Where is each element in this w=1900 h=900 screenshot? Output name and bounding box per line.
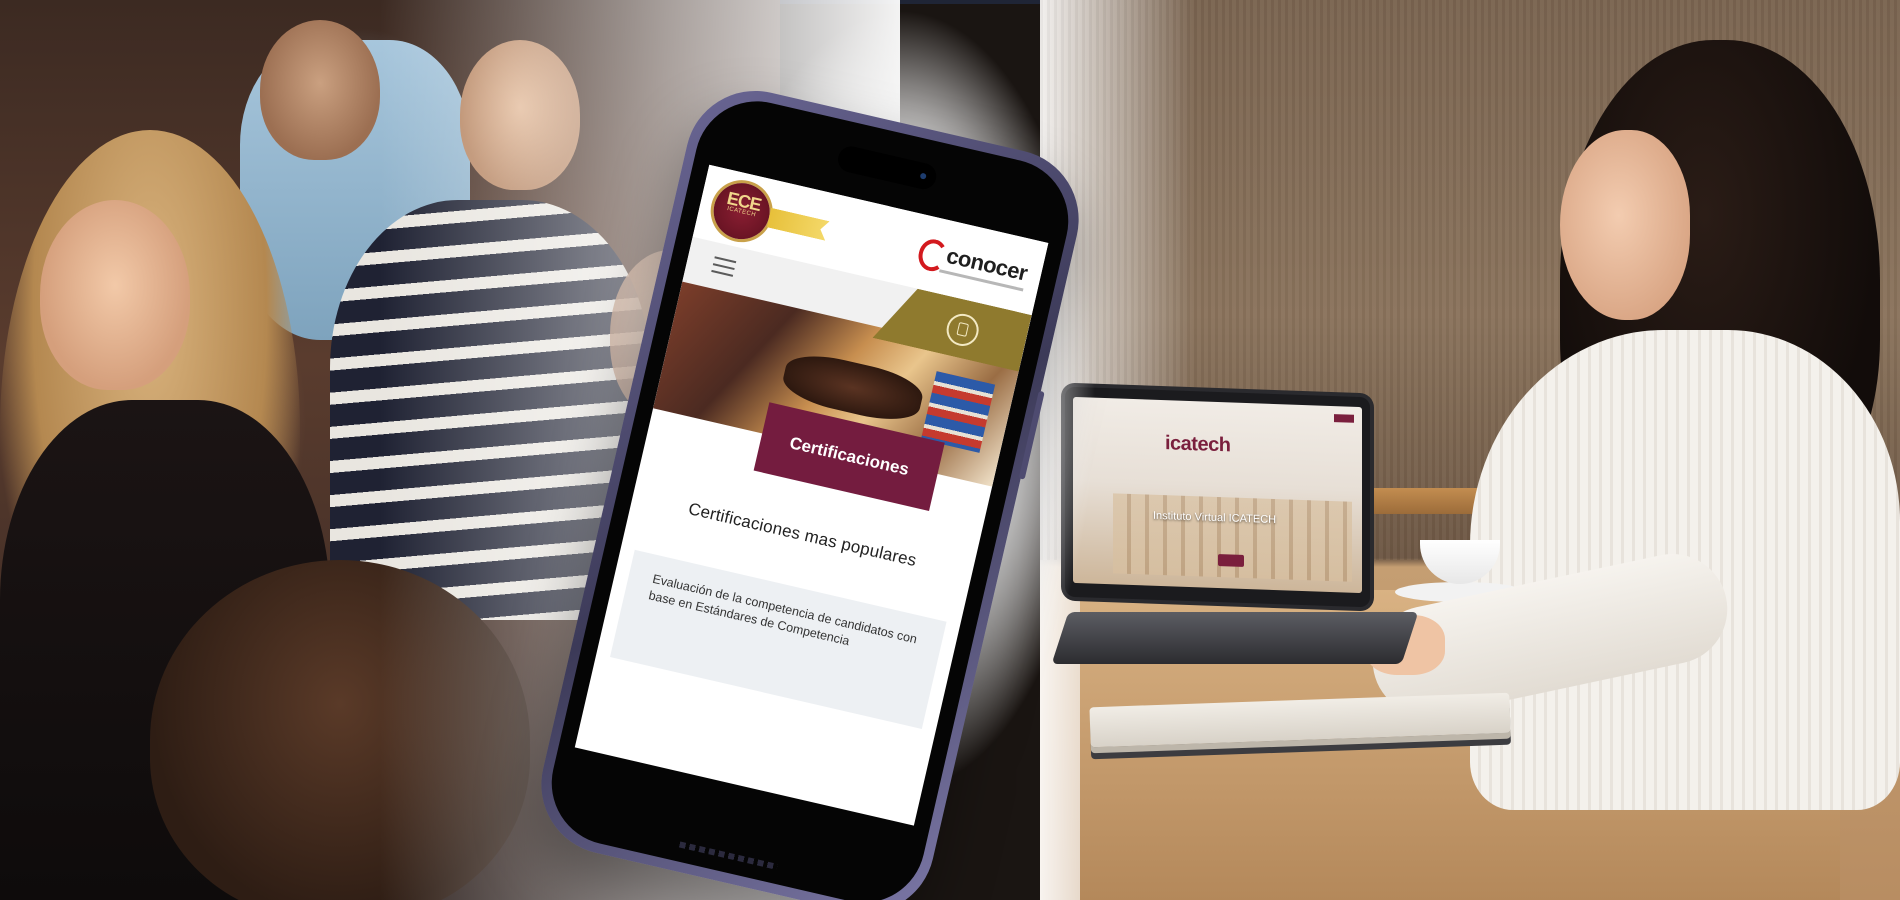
card-text: Evaluación de la competencia de candidat…: [647, 571, 919, 649]
person-blue-shirt-face: [260, 20, 380, 160]
ece-ribbon: [767, 208, 830, 241]
person-blonde-woman-face: [40, 200, 190, 390]
woman-face: [1560, 130, 1690, 320]
hero-composite-image: icatech Instituto Virtual ICATECH ECE IC…: [0, 0, 1900, 900]
laptop-button: [1218, 554, 1244, 567]
laptop-badge: [1334, 414, 1354, 423]
certification-card[interactable]: Evaluación de la competencia de candidat…: [610, 549, 947, 729]
menu-icon[interactable]: [711, 256, 737, 277]
ece-logo[interactable]: ECE ICATECH: [708, 177, 776, 245]
laptop-logo: icatech: [1165, 432, 1231, 457]
camera-icon: [919, 172, 927, 180]
